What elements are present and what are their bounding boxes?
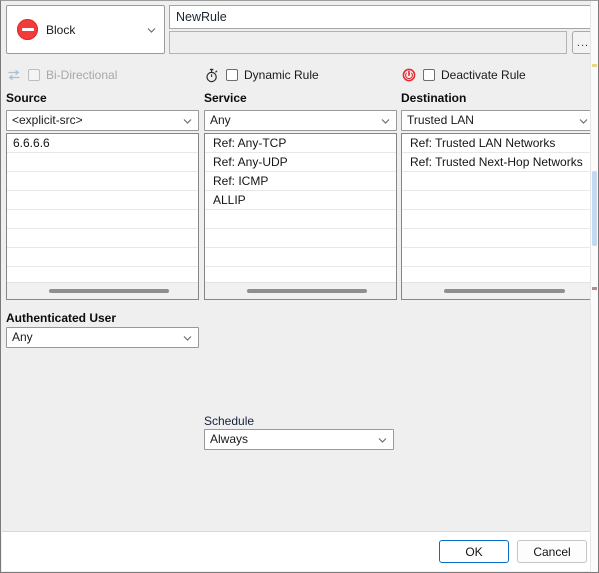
deactivate-rule-label: Deactivate Rule bbox=[441, 68, 526, 82]
dialog-header: Block NewRule ... bbox=[1, 1, 598, 61]
destination-listbox[interactable]: Ref: Trusted LAN Networks Ref: Trusted N… bbox=[401, 133, 595, 300]
bi-directional-label: Bi-Directional bbox=[46, 68, 118, 82]
chevron-down-icon bbox=[378, 437, 387, 445]
list-item[interactable]: Ref: Trusted Next-Hop Networks bbox=[402, 153, 594, 172]
schedule-value: Always bbox=[210, 432, 249, 446]
service-hscrollbar[interactable] bbox=[205, 282, 396, 299]
destination-rows: Ref: Trusted LAN Networks Ref: Trusted N… bbox=[402, 134, 594, 286]
source-dropdown[interactable]: <explicit-src> bbox=[6, 110, 199, 131]
scroll-marker-yellow bbox=[592, 64, 597, 67]
bi-directional-checkbox[interactable] bbox=[28, 69, 40, 81]
source-hscrollbar[interactable] bbox=[7, 282, 198, 299]
scrollbar-thumb[interactable] bbox=[592, 171, 597, 246]
chevron-down-icon bbox=[579, 118, 588, 126]
dynamic-rule-option[interactable]: Dynamic Rule bbox=[204, 65, 319, 85]
source-panel: <explicit-src> 6.6.6.6 bbox=[6, 110, 199, 300]
dynamic-rule-checkbox[interactable] bbox=[226, 69, 238, 81]
list-item-empty[interactable] bbox=[7, 191, 198, 210]
bi-directional-arrows-icon bbox=[6, 67, 22, 83]
chevron-down-icon bbox=[381, 118, 390, 126]
source-dropdown-value: <explicit-src> bbox=[12, 113, 83, 127]
authenticated-user-value: Any bbox=[12, 330, 33, 344]
authenticated-user-dropdown[interactable]: Any bbox=[6, 327, 199, 348]
list-item-empty[interactable] bbox=[7, 172, 198, 191]
comment-input[interactable] bbox=[169, 31, 567, 54]
destination-panel: Trusted LAN Ref: Trusted LAN Networks Re… bbox=[401, 110, 595, 300]
deactivate-rule-checkbox[interactable] bbox=[423, 69, 435, 81]
list-item-empty[interactable] bbox=[402, 248, 594, 267]
list-item[interactable]: Ref: Any-UDP bbox=[205, 153, 396, 172]
cancel-button[interactable]: Cancel bbox=[517, 540, 587, 563]
authenticated-user-label: Authenticated User bbox=[6, 311, 117, 325]
window-vertical-scrollbar[interactable] bbox=[590, 1, 598, 572]
list-item-empty[interactable] bbox=[205, 248, 396, 267]
source-listbox[interactable]: 6.6.6.6 bbox=[6, 133, 199, 300]
service-rows: Ref: Any-TCP Ref: Any-UDP Ref: ICMP ALLI… bbox=[205, 134, 396, 286]
firewall-rule-dialog: Block NewRule ... Bi-Directional Dynamic… bbox=[0, 0, 599, 573]
list-item-empty[interactable] bbox=[402, 172, 594, 191]
action-label: Block bbox=[46, 22, 76, 37]
list-item-empty[interactable] bbox=[7, 248, 198, 267]
list-item[interactable]: 6.6.6.6 bbox=[7, 134, 198, 153]
ok-button[interactable]: OK bbox=[439, 540, 509, 563]
service-panel: Any Ref: Any-TCP Ref: Any-UDP Ref: ICMP … bbox=[204, 110, 397, 300]
list-item[interactable]: Ref: ICMP bbox=[205, 172, 396, 191]
destination-header: Destination bbox=[401, 91, 467, 105]
list-item[interactable]: Ref: Trusted LAN Networks bbox=[402, 134, 594, 153]
chevron-down-icon bbox=[147, 27, 156, 35]
chevron-down-icon bbox=[183, 118, 192, 126]
scrollbar-thumb[interactable] bbox=[49, 289, 170, 293]
schedule-label: Schedule bbox=[204, 414, 255, 428]
destination-dropdown-value: Trusted LAN bbox=[407, 113, 474, 127]
list-item-empty[interactable] bbox=[402, 191, 594, 210]
list-item-empty[interactable] bbox=[402, 229, 594, 248]
schedule-dropdown[interactable]: Always bbox=[204, 429, 394, 450]
stopwatch-icon bbox=[204, 67, 220, 83]
source-rows: 6.6.6.6 bbox=[7, 134, 198, 286]
list-item-empty[interactable] bbox=[7, 229, 198, 248]
service-dropdown-value: Any bbox=[210, 113, 231, 127]
block-icon bbox=[17, 19, 38, 40]
list-item[interactable]: Ref: Any-TCP bbox=[205, 134, 396, 153]
list-item-empty[interactable] bbox=[402, 210, 594, 229]
action-dropdown[interactable]: Block bbox=[6, 5, 165, 54]
rule-options-row: Bi-Directional Dynamic Rule Deactivate R… bbox=[1, 65, 598, 87]
service-listbox[interactable]: Ref: Any-TCP Ref: Any-UDP Ref: ICMP ALLI… bbox=[204, 133, 397, 300]
power-icon bbox=[401, 67, 417, 83]
deactivate-rule-option[interactable]: Deactivate Rule bbox=[401, 65, 526, 85]
scrollbar-thumb[interactable] bbox=[247, 289, 368, 293]
list-item-empty[interactable] bbox=[205, 229, 396, 248]
dynamic-rule-label: Dynamic Rule bbox=[244, 68, 319, 82]
scrollbar-thumb[interactable] bbox=[444, 289, 566, 293]
bi-directional-option[interactable]: Bi-Directional bbox=[6, 65, 117, 85]
list-item[interactable]: ALLIP bbox=[205, 191, 396, 210]
chevron-down-icon bbox=[183, 335, 192, 343]
list-item-empty[interactable] bbox=[205, 210, 396, 229]
comment-row: ... bbox=[169, 31, 594, 55]
service-header: Service bbox=[204, 91, 247, 105]
scroll-marker-red bbox=[592, 287, 597, 290]
rule-name-input[interactable]: NewRule bbox=[169, 5, 594, 29]
source-header: Source bbox=[6, 91, 47, 105]
list-item-empty[interactable] bbox=[7, 210, 198, 229]
destination-hscrollbar[interactable] bbox=[402, 282, 594, 299]
list-item-empty[interactable] bbox=[7, 153, 198, 172]
service-dropdown[interactable]: Any bbox=[204, 110, 397, 131]
destination-dropdown[interactable]: Trusted LAN bbox=[401, 110, 595, 131]
dialog-footer: OK Cancel bbox=[2, 531, 597, 571]
